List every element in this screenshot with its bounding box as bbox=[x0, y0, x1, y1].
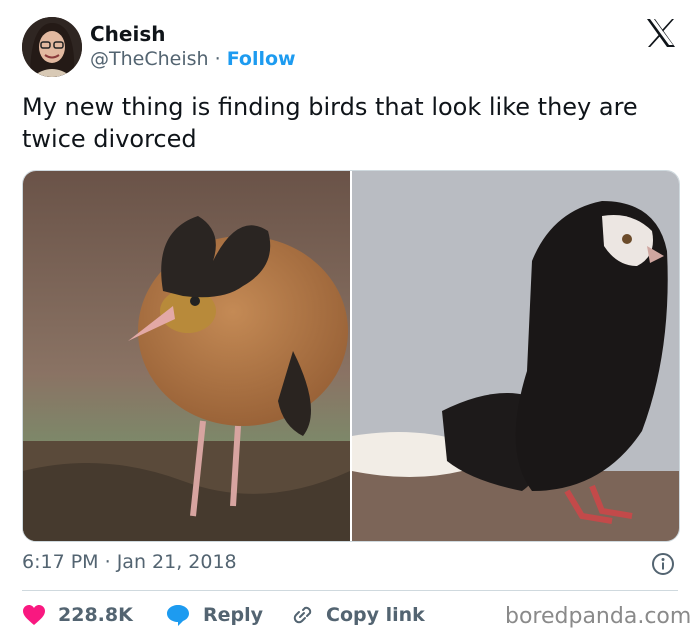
tweet-timestamp[interactable]: 6:17 PM · Jan 21, 2018 bbox=[22, 551, 237, 573]
brown-bird-photo[interactable] bbox=[23, 171, 350, 541]
tweet-time: 6:17 PM bbox=[22, 551, 99, 573]
reply-label: Reply bbox=[203, 604, 264, 626]
author-handle-row: @TheCheish · Follow bbox=[90, 48, 296, 70]
author-handle[interactable]: @TheCheish bbox=[90, 48, 209, 70]
like-button[interactable]: 228.8K bbox=[22, 598, 133, 632]
separator: · bbox=[104, 551, 111, 573]
x-logo-icon[interactable] bbox=[645, 18, 677, 48]
author-name[interactable]: Cheish bbox=[90, 22, 165, 46]
copy-link-label: Copy link bbox=[326, 604, 425, 626]
divider bbox=[22, 590, 678, 591]
tweet-card: Cheish @TheCheish · Follow My new thing … bbox=[0, 0, 700, 642]
avatar[interactable] bbox=[22, 17, 82, 77]
reply-button[interactable]: Reply bbox=[165, 598, 263, 632]
tweet-date: Jan 21, 2018 bbox=[116, 551, 237, 573]
watermark: boredpanda.com bbox=[505, 604, 692, 629]
black-pigeon-photo[interactable] bbox=[352, 171, 679, 541]
link-icon bbox=[293, 606, 312, 624]
copy-link-button[interactable]: Copy link bbox=[290, 598, 425, 632]
follow-button[interactable]: Follow bbox=[227, 48, 296, 70]
separator: · bbox=[214, 48, 221, 70]
like-count: 228.8K bbox=[58, 604, 133, 626]
reply-icon bbox=[167, 605, 189, 626]
heart-icon bbox=[23, 605, 45, 625]
tweet-text: My new thing is finding birds that look … bbox=[22, 93, 638, 153]
info-icon[interactable] bbox=[651, 552, 675, 576]
media-grid[interactable] bbox=[22, 170, 680, 542]
